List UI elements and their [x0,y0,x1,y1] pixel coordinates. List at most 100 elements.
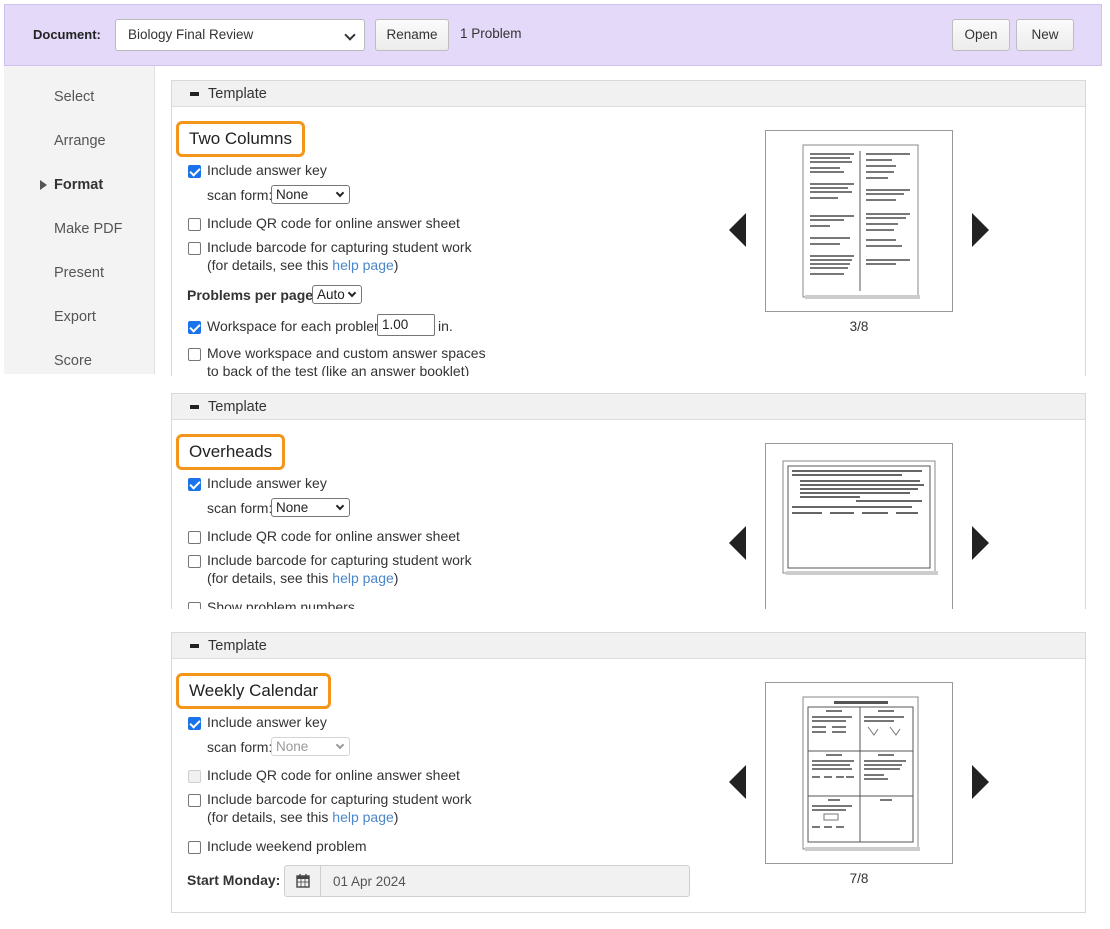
template-preview [765,682,953,864]
new-button[interactable]: New [1016,19,1074,51]
calendar-page-thumbnail [802,696,920,851]
qr-code-checkbox [188,770,201,783]
workspace-checkbox[interactable] [188,321,201,334]
barcode-checkbox[interactable] [188,555,201,568]
answer-key-label: Include answer key [207,714,327,730]
answer-key-checkbox[interactable] [188,717,201,730]
template-panel-header[interactable]: Template [172,633,1085,659]
document-select[interactable]: Biology Final Review [115,19,365,51]
sidebar-item-export[interactable]: Export [54,309,96,325]
document-label: Document: [33,27,101,42]
prev-page-arrow-icon[interactable] [729,765,746,799]
collapse-icon[interactable] [190,644,199,648]
qr-code-label: Include QR code for online answer sheet [207,528,460,544]
sidebar: Select Arrange Format Make PDF Present E… [4,66,155,374]
answer-key-checkbox[interactable] [188,478,201,491]
chevron-down-icon [335,501,345,511]
template-title: Overheads [176,434,286,470]
problems-per-page-select[interactable]: Auto [312,285,362,304]
details-prefix: (for details, see this [207,257,333,273]
template-title: Weekly Calendar [176,673,332,709]
next-page-arrow-icon[interactable] [972,213,989,247]
prev-page-arrow-icon[interactable] [729,526,746,560]
workspace-input[interactable]: 1.00 [377,314,435,336]
scan-form-value: None [276,187,309,202]
template-panel-header-label: Template [208,86,267,102]
move-workspace-label-2: to back of the test (like an answer book… [207,363,470,376]
details-prefix: (for details, see this [207,570,333,586]
scan-form-value: None [276,500,309,515]
rename-button[interactable]: Rename [375,19,449,51]
scan-form-value: None [276,739,309,754]
collapse-icon[interactable] [190,405,199,409]
scan-form-label: scan form: [207,500,273,516]
answer-key-label: Include answer key [207,475,327,491]
help-page-link[interactable]: help page [332,570,394,586]
help-page-link[interactable]: help page [332,809,394,825]
weekend-checkbox[interactable] [188,841,201,854]
template-panel-header[interactable]: Template [172,81,1085,107]
help-page-link[interactable]: help page [332,257,394,273]
show-numbers-label: Show problem numbers [207,599,355,609]
sidebar-item-select[interactable]: Select [54,89,94,105]
move-workspace-checkbox[interactable] [188,348,201,361]
template-panel-two-columns: Template Two Columns Include answer key … [171,80,1086,376]
barcode-label: Include barcode for capturing student wo… [207,239,472,255]
scan-form-select[interactable]: None [271,185,350,204]
template-panel-overheads: Template Overheads Include answer key sc… [171,393,1086,609]
document-select-value: Biology Final Review [128,27,254,42]
qr-code-checkbox[interactable] [188,531,201,544]
scan-form-select: None [271,737,350,756]
template-preview [765,130,953,312]
template-panel-weekly-calendar: Template Weekly Calendar Include answer … [171,632,1086,913]
document-toolbar: Document: Biology Final Review Rename 1 … [4,4,1102,66]
sidebar-item-label: Format [54,177,104,193]
problem-count: 1 Problem [460,26,522,41]
sidebar-item-make-pdf[interactable]: Make PDF [54,221,123,237]
barcode-checkbox[interactable] [188,794,201,807]
sidebar-item-score[interactable]: Score [54,353,92,369]
move-workspace-label: Move workspace and custom answer spaces [207,345,486,361]
calendar-glyph [296,874,310,888]
sidebar-item-format[interactable]: Format [40,177,104,193]
answer-key-checkbox[interactable] [188,165,201,178]
template-panel-header-label: Template [208,399,267,415]
details-text: (for details, see this help page) [207,257,398,273]
chevron-down-icon [344,29,356,41]
template-panel-header-label: Template [208,638,267,654]
template-title: Two Columns [176,121,305,157]
template-preview [765,443,953,609]
barcode-checkbox[interactable] [188,242,201,255]
page-indicator: 7/8 [849,871,869,886]
workspace-label: Workspace for each problem [207,318,386,334]
chevron-down-icon [335,188,345,198]
chevron-down-icon [347,288,357,298]
sidebar-item-arrange[interactable]: Arrange [54,133,106,149]
barcode-label: Include barcode for capturing student wo… [207,791,472,807]
start-monday-input[interactable]: 01 Apr 2024 [284,865,690,897]
active-arrow-icon [40,180,47,190]
next-page-arrow-icon[interactable] [972,526,989,560]
problems-per-page-label: Problems per page: [187,287,318,303]
prev-page-arrow-icon[interactable] [729,213,746,247]
barcode-label: Include barcode for capturing student wo… [207,552,472,568]
qr-code-checkbox[interactable] [188,218,201,231]
details-suffix: ) [393,809,399,825]
template-panel-header[interactable]: Template [172,394,1085,420]
page-indicator: 3/8 [849,319,869,334]
scan-form-label: scan form: [207,739,273,755]
details-suffix: ) [393,257,399,273]
scan-form-label: scan form: [207,187,273,203]
overhead-page-thumbnail [782,460,938,575]
problems-per-page-value: Auto [317,287,345,302]
qr-code-label: Include QR code for online answer sheet [207,215,460,231]
scan-form-select[interactable]: None [271,498,350,517]
details-text: (for details, see this help page) [207,809,398,825]
open-button[interactable]: Open [952,19,1010,51]
qr-code-label: Include QR code for online answer sheet [207,767,460,783]
next-page-arrow-icon[interactable] [972,765,989,799]
sidebar-item-present[interactable]: Present [54,265,104,281]
collapse-icon[interactable] [190,92,199,96]
calendar-icon[interactable] [285,866,321,896]
show-numbers-checkbox[interactable] [188,602,201,609]
